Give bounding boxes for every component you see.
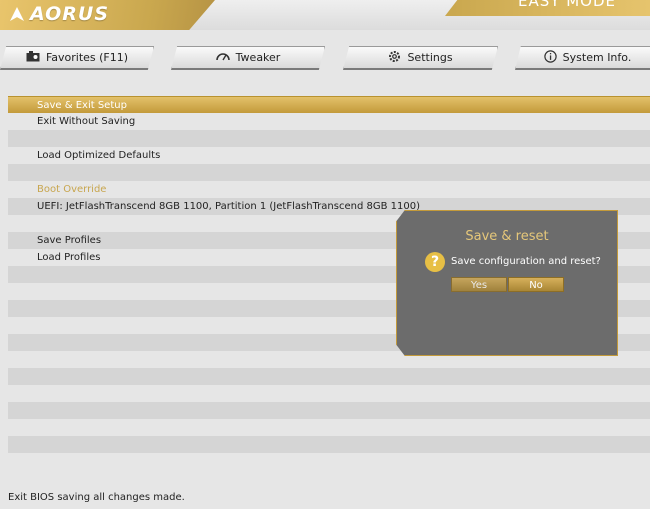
question-icon: ?: [425, 252, 445, 272]
menu-item-save-exit[interactable]: Save & Exit Setup: [8, 96, 650, 113]
aorus-logo: AORUS: [10, 3, 109, 25]
tab-label: Tweaker: [235, 51, 281, 64]
tab-settings[interactable]: Settings: [343, 46, 498, 70]
tab-label: Settings: [407, 51, 453, 64]
menu-row-blank: [8, 385, 650, 402]
menu-row-blank: [8, 419, 650, 436]
dialog-message: Save configuration and reset?: [451, 256, 601, 267]
save-reset-dialog: Save & reset ? Save configuration and re…: [396, 210, 618, 356]
help-text: Exit BIOS saving all changes made.: [8, 492, 185, 503]
brand-band: AORUS: [0, 0, 215, 30]
mode-label: EASY MODE: [518, 0, 616, 10]
menu-row-blank: [8, 164, 650, 181]
section-header-boot-override: Boot Override: [37, 184, 107, 195]
tab-label: Favorites (F11): [45, 51, 129, 64]
tab-favorites[interactable]: Favorites (F11): [0, 46, 154, 70]
gear-icon: [388, 50, 401, 66]
info-icon: [543, 49, 557, 66]
menu-row-blank: [8, 402, 650, 419]
speedometer-icon: [215, 51, 230, 64]
tab-system-info[interactable]: System Info.: [515, 46, 650, 70]
menu-row-blank: [8, 130, 650, 147]
menu-row-blank: [8, 368, 650, 385]
yes-button[interactable]: Yes: [451, 277, 507, 292]
aorus-eagle-icon: [10, 7, 24, 21]
menu-row-blank: [8, 453, 650, 470]
top-header: AORUS EASY MODE: [0, 0, 650, 30]
tab-label: System Info.: [562, 51, 632, 64]
dialog-title: Save & reset: [465, 229, 549, 244]
tab-tweaker[interactable]: Tweaker: [171, 46, 325, 70]
no-button[interactable]: No: [508, 277, 564, 292]
menu-row-blank: [8, 436, 650, 453]
star-folder-icon: [26, 50, 40, 65]
menu-item-load-optimized-defaults[interactable]: Load Optimized Defaults: [8, 147, 650, 164]
mode-indicator[interactable]: EASY MODE: [445, 0, 650, 16]
brand-text: AORUS: [30, 3, 110, 25]
menu-item-exit-without-saving[interactable]: Exit Without Saving: [8, 113, 650, 130]
